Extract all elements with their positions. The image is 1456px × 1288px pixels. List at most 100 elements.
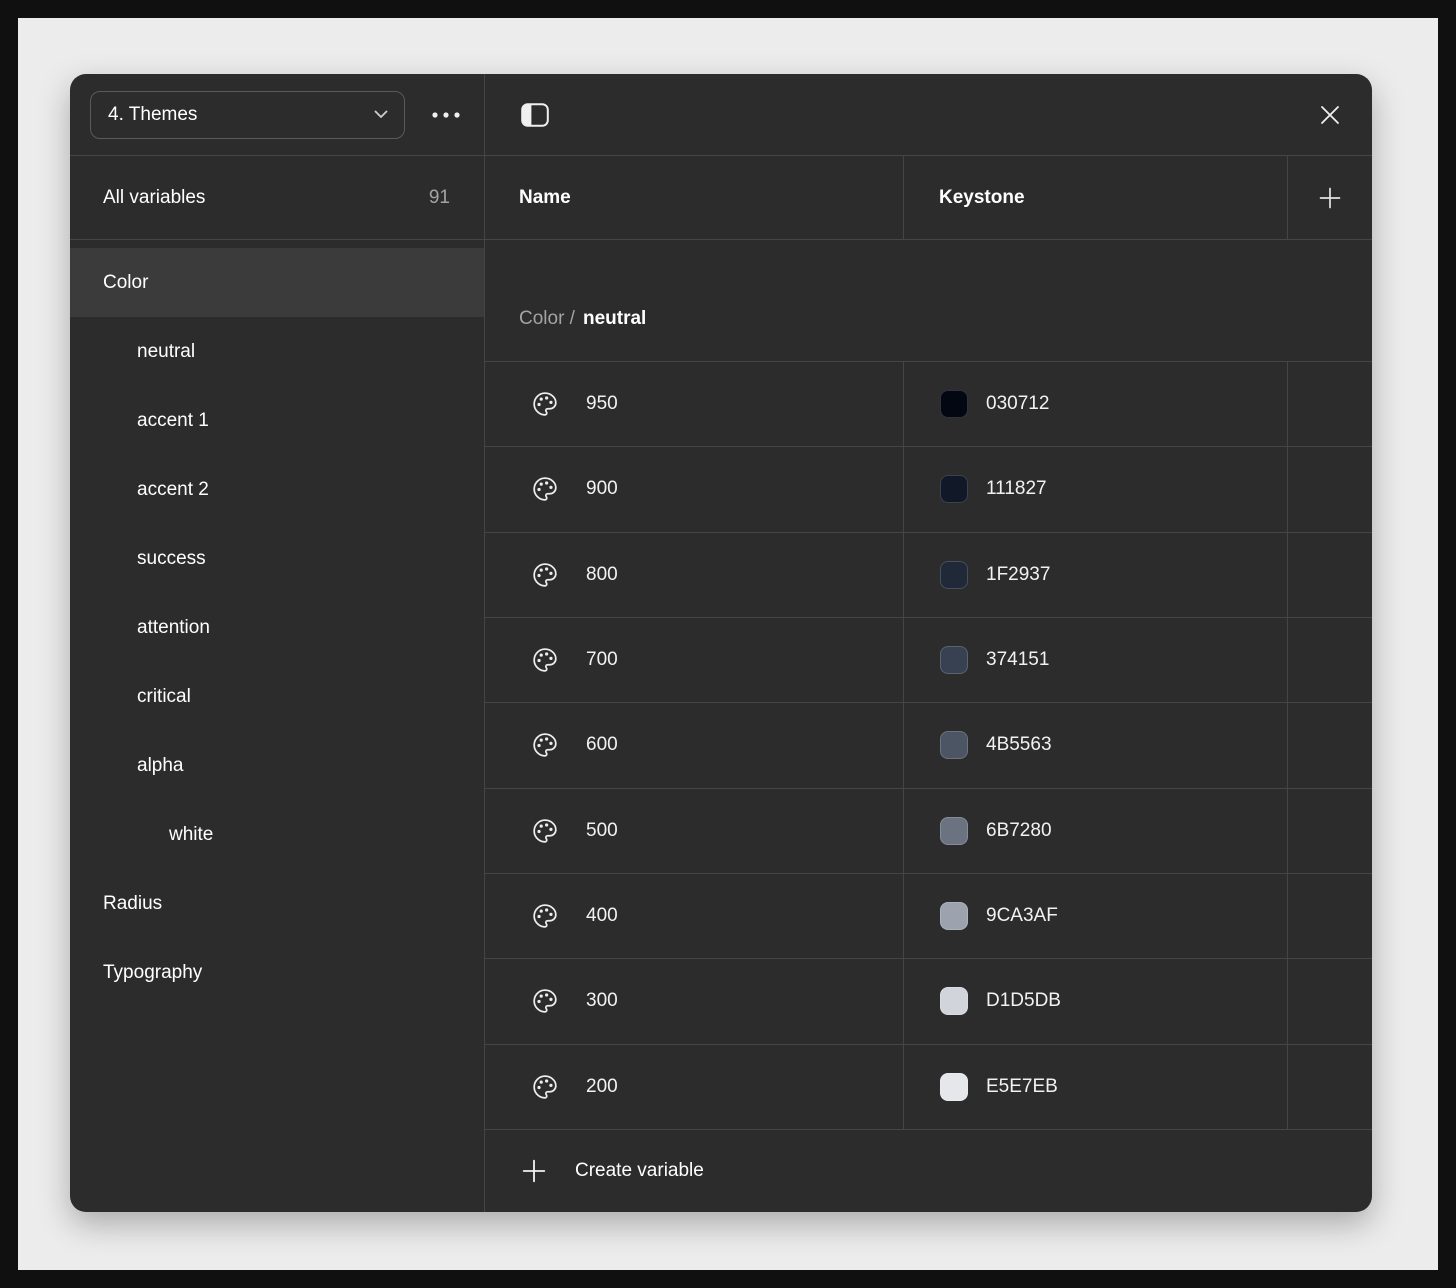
- palette-icon: [532, 476, 558, 502]
- variable-hex-value: E5E7EB: [986, 1075, 1058, 1097]
- sidebar-item-accent-1[interactable]: accent 1: [70, 386, 484, 455]
- variable-name-cell[interactable]: 950: [485, 362, 903, 446]
- palette-icon: [532, 903, 558, 929]
- variable-hex-value: 030712: [986, 393, 1050, 415]
- theme-selector-dropdown[interactable]: 4. Themes: [90, 90, 405, 139]
- variable-row-300[interactable]: 300 D1D5DB: [485, 958, 1372, 1044]
- variable-name: 800: [586, 563, 618, 585]
- variable-row-600[interactable]: 600 4B5563: [485, 702, 1372, 788]
- sidebar-item-radius[interactable]: Radius: [70, 869, 484, 938]
- empty-cell: [1287, 959, 1372, 1044]
- empty-cell: [1287, 362, 1372, 447]
- variable-value-cell[interactable]: 9CA3AF: [903, 873, 1287, 959]
- variables-table-area: Name Keystone Color / neutral 950 030712…: [485, 74, 1372, 1212]
- more-horizontal-icon: [431, 111, 461, 119]
- variable-row-700[interactable]: 700 374151: [485, 616, 1372, 703]
- variable-value-cell[interactable]: 374151: [903, 617, 1287, 703]
- variable-hex-value: 4B5563: [986, 734, 1052, 756]
- sidebar-item-label: critical: [137, 685, 191, 707]
- sidebar-item-color[interactable]: Color: [70, 248, 484, 317]
- color-swatch[interactable]: [940, 390, 968, 419]
- variable-value-cell[interactable]: 111827: [903, 447, 1287, 532]
- desktop-background: 4. Themes All variables 91 Color neutral: [18, 18, 1438, 1270]
- sidebar-item-label: neutral: [137, 340, 196, 362]
- sidebar-item-alpha[interactable]: alpha: [70, 731, 484, 800]
- toggle-sidebar-button[interactable]: [521, 102, 549, 127]
- sidebar-item-neutral[interactable]: neutral: [70, 317, 484, 386]
- empty-cell: [1287, 703, 1372, 788]
- palette-icon: [532, 647, 558, 673]
- variable-name-cell[interactable]: 200: [485, 1045, 903, 1129]
- variable-row-950[interactable]: 950 030712: [485, 361, 1372, 447]
- variable-value-cell[interactable]: 6B7280: [903, 788, 1287, 873]
- color-swatch[interactable]: [940, 902, 968, 931]
- theme-selector-label: 4. Themes: [108, 103, 198, 125]
- palette-icon: [532, 562, 558, 588]
- variable-name-cell[interactable]: 900: [485, 447, 903, 531]
- column-header-name: Name: [485, 156, 903, 239]
- plus-icon: [521, 1158, 547, 1184]
- color-swatch[interactable]: [940, 816, 968, 845]
- empty-cell: [1287, 447, 1372, 532]
- color-swatch[interactable]: [940, 731, 968, 760]
- sidebar-item-white[interactable]: white: [70, 800, 484, 869]
- create-variable-label: Create variable: [575, 1159, 704, 1181]
- sidebar-item-accent-2[interactable]: accent 2: [70, 455, 484, 524]
- variable-hex-value: 111827: [986, 478, 1047, 500]
- variable-row-200[interactable]: 200 E5E7EB: [485, 1043, 1372, 1129]
- variable-hex-value: 374151: [986, 649, 1050, 671]
- variable-name: 300: [586, 990, 618, 1012]
- color-swatch[interactable]: [940, 475, 968, 504]
- variable-row-500[interactable]: 500 6B7280: [485, 787, 1372, 873]
- variable-name-cell[interactable]: 300: [485, 959, 903, 1043]
- variable-name-cell[interactable]: 500: [485, 789, 903, 873]
- variable-value-cell[interactable]: 030712: [903, 362, 1287, 447]
- color-swatch[interactable]: [940, 1072, 968, 1101]
- variable-name-cell[interactable]: 800: [485, 533, 903, 617]
- variable-name-cell[interactable]: 400: [485, 874, 903, 958]
- column-header-keystone: Keystone: [903, 156, 1287, 239]
- variable-row-900[interactable]: 900 111827: [485, 446, 1372, 532]
- sidebar-item-label: accent 1: [137, 409, 209, 431]
- all-variables-label: All variables: [103, 186, 206, 208]
- variable-name-cell[interactable]: 600: [485, 703, 903, 787]
- color-swatch[interactable]: [940, 646, 968, 675]
- variable-name: 200: [586, 1075, 618, 1097]
- create-variable-button[interactable]: Create variable: [485, 1128, 1372, 1212]
- empty-cell: [1287, 532, 1372, 617]
- more-options-button[interactable]: [431, 111, 461, 119]
- sidebar-toggle-icon: [521, 102, 549, 127]
- collections-list: Color neutral accent 1 accent 2 success …: [70, 240, 484, 1007]
- add-mode-button[interactable]: [1287, 156, 1372, 239]
- sidebar-item-critical[interactable]: critical: [70, 662, 484, 731]
- group-name: neutral: [582, 308, 647, 329]
- color-swatch[interactable]: [940, 560, 968, 589]
- variable-value-cell[interactable]: E5E7EB: [903, 1044, 1287, 1129]
- table-header-row: Name Keystone: [485, 156, 1372, 240]
- variable-row-400[interactable]: 400 9CA3AF: [485, 872, 1372, 959]
- sidebar-item-attention[interactable]: attention: [70, 593, 484, 662]
- close-button[interactable]: [1318, 103, 1342, 127]
- variable-value-cell[interactable]: D1D5DB: [903, 959, 1287, 1044]
- sidebar-item-all-variables[interactable]: All variables 91: [70, 156, 484, 240]
- group-path-prefix: Color /: [519, 308, 575, 329]
- sidebar-item-label: alpha: [137, 754, 184, 776]
- empty-cell: [1287, 1044, 1372, 1129]
- sidebar-item-label: success: [137, 547, 206, 569]
- color-swatch[interactable]: [940, 987, 968, 1016]
- sidebar-item-label: Color: [103, 271, 149, 293]
- variable-name: 400: [586, 905, 618, 927]
- sidebar-item-typography[interactable]: Typography: [70, 938, 484, 1007]
- variable-name-cell[interactable]: 700: [485, 618, 903, 702]
- variable-hex-value: D1D5DB: [986, 990, 1061, 1012]
- variables-sidebar: 4. Themes All variables 91 Color neutral: [70, 74, 485, 1212]
- empty-cell: [1287, 788, 1372, 873]
- variable-value-cell[interactable]: 1F2937: [903, 532, 1287, 617]
- variable-row-800[interactable]: 800 1F2937: [485, 531, 1372, 617]
- palette-icon: [532, 732, 558, 758]
- variable-value-cell[interactable]: 4B5563: [903, 703, 1287, 788]
- sidebar-item-label: accent 2: [137, 478, 209, 500]
- sidebar-item-success[interactable]: success: [70, 524, 484, 593]
- empty-cell: [1287, 617, 1372, 703]
- variable-name: 900: [586, 478, 618, 500]
